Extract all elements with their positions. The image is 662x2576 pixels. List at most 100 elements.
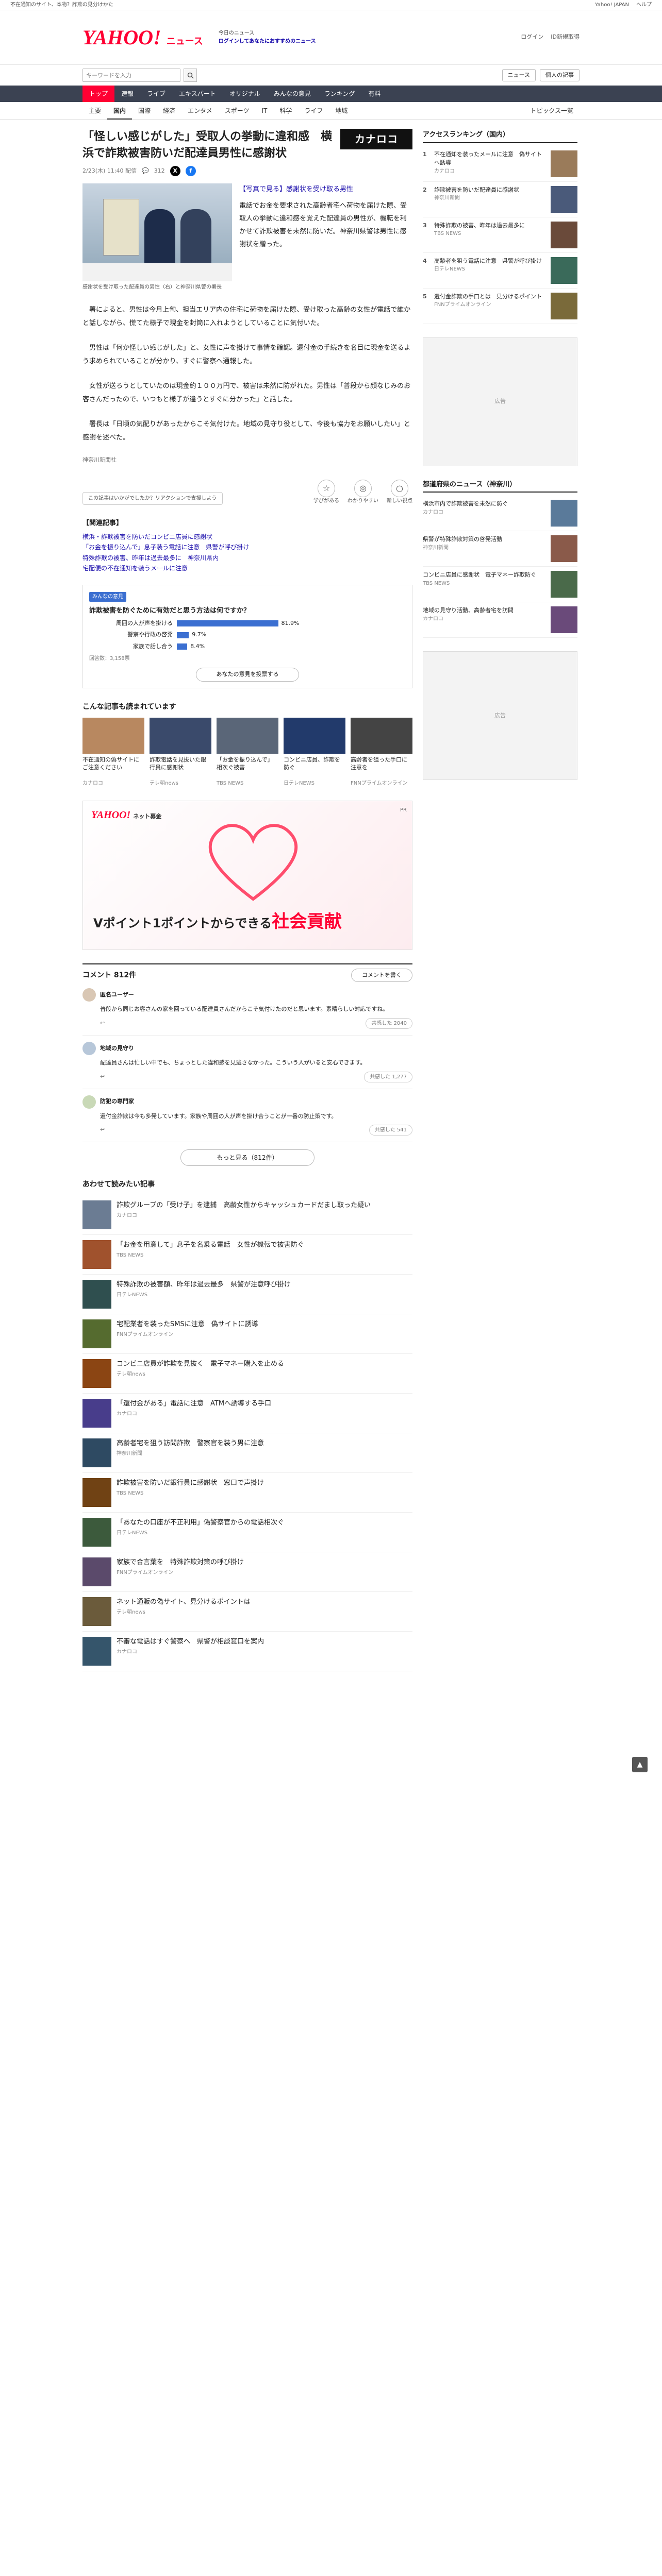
story-item[interactable]: 家族で合言葉を 特殊詐欺対策の呼び掛け FNNプライムオンライン [82,1552,412,1592]
ranking-item[interactable]: 3 特殊詐欺の被害、昨年は過去最多に TBS NEWS [423,217,577,253]
comment-author[interactable]: 防犯の専門家 [100,1097,134,1106]
search-news-button[interactable]: ニュース [502,69,536,82]
rec-card[interactable]: コンビニ店員、詐欺を防ぐ 日テレNEWS [284,717,345,787]
reaction-area: この記事はいかがでしたか？リアクションで支援しよう ☆ 学びがある ◎ わかりや… [82,480,412,505]
subnav-item-sports[interactable]: スポーツ [219,106,256,115]
story-item[interactable]: 「あなたの口座が不正利用」偽警察官からの電話相次ぐ 日テレNEWS [82,1513,412,1553]
ranking-item[interactable]: 1 不在通知を装ったメールに注意 偽サイトへ誘導 カナロコ [423,146,577,182]
story-item[interactable]: 宅配業者を装ったSMSに注意 偽サイトに誘導 FNNプライムオンライン [82,1314,412,1354]
poll-vote-button[interactable]: あなたの意見を投票する [196,668,299,682]
topbar-link-2[interactable]: ヘルプ [636,1,652,9]
write-comment-button[interactable]: コメントを書く [351,968,412,982]
avatar[interactable] [82,1095,96,1109]
avatar[interactable] [82,1041,96,1055]
related-link[interactable]: 「お金を振り込んで」息子装う電話に注意 県警が呼び掛け [82,542,412,552]
body-paragraph-4: 署長は「日頃の気配りがあったからこそ気付けた。地域の見守り役として、今後も協力を… [82,420,410,442]
local-news-item[interactable]: 県警が特殊詐欺対策の啓発活動 神奈川新聞 [423,531,577,567]
gnav-item-breaking[interactable]: 速報 [114,86,140,102]
meta-comment-count[interactable]: 312 [154,167,165,176]
local-source: TBS NEWS [423,580,450,586]
comment-author[interactable]: 地域の見守り [100,1044,134,1053]
rec-card[interactable]: 不在通知の偽サイトにご注意ください カナロコ [82,717,144,787]
ranking-item[interactable]: 4 高齢者を狙う電話に注意 県警が呼び掛け 日テレNEWS [423,253,577,289]
facebook-share-icon[interactable]: f [185,165,196,176]
story-item[interactable]: 詐欺グループの「受け子」を逮捕 高齢女性からキャッシュカードだまし取った疑い カナ… [82,1195,412,1235]
story-item[interactable]: 不審な電話はすぐ警察へ 県警が相談窓口を案内 カナロコ [82,1632,412,1672]
related-link[interactable]: 宅配便の不在通知を装うメールに注意 [82,563,412,573]
empathy-button[interactable]: 共感した 2040 [366,1018,412,1029]
subnav-item-it[interactable]: IT [255,106,273,115]
x-share-icon[interactable]: X [170,165,180,176]
story-thumbnail [82,1200,111,1230]
search-input[interactable] [82,69,180,82]
gnav-item-opinion[interactable]: みんなの意見 [267,86,318,102]
story-item[interactable]: ネット通販の偽サイト、見分けるポイントは テレ朝news [82,1592,412,1632]
story-source: TBS NEWS [117,1252,144,1258]
rec-card[interactable]: 詐欺電話を見抜いた銀行員に感謝状 テレ朝news [150,717,211,787]
story-item[interactable]: 特殊詐欺の被害額、昨年は過去最多 県警が注意呼び掛け 日テレNEWS [82,1275,412,1315]
subnav-item-entertainment[interactable]: エンタメ [181,106,219,115]
reaction-clear-button[interactable]: ◎ わかりやすい [347,480,378,505]
story-source: FNNプライムオンライン [117,1569,174,1575]
search-button[interactable] [184,69,197,82]
donation-banner-ad[interactable]: YAHOO! ネット募金 PR Vポイント1ポイントからできる社会貢献 [82,800,412,950]
gnav-item-expert[interactable]: エキスパート [172,86,223,102]
subnav-item-main[interactable]: 主要 [82,106,107,115]
ranking-item[interactable]: 2 詐欺被害を防いだ配達員に感謝状 神奈川新聞 [423,182,577,217]
search-expert-button[interactable]: 個人の記事 [540,69,580,82]
reaction-new-view-button[interactable]: ○ 新しい視点 [387,480,412,505]
reaction-learn-button[interactable]: ☆ 学びがある [313,480,339,505]
poll-option-label: 家族で話し合う [133,642,173,650]
related-link[interactable]: 特殊詐欺の被害、昨年は過去最多に 神奈川県内 [82,553,412,563]
local-news-item[interactable]: 地域の見守り活動、高齢者宅を訪問 カナロコ [423,602,577,638]
story-item[interactable]: 詐欺被害を防いだ銀行員に感謝状 窓口で声掛け TBS NEWS [82,1473,412,1513]
empathy-button[interactable]: 共感した 541 [369,1125,412,1136]
gnav-item-live[interactable]: ライブ [140,86,172,102]
rec-card[interactable]: 高齢者を狙った手口に注意を FNNプライムオンライン [351,717,412,787]
reply-icon[interactable]: ↩ [100,1073,105,1081]
local-news-item[interactable]: 横浜市内で詐欺被害を未然に防ぐ カナロコ [423,496,577,531]
subnav-item-life[interactable]: ライフ [298,106,329,115]
rank-title: 還付金詐欺の手口とは 見分けるポイント [434,293,542,300]
rec-card[interactable]: 「お金を振り込んで」相次ぐ被害 TBS NEWS [217,717,278,787]
lead-photo-link[interactable]: 【写真で見る】感謝状を受け取る男性 [239,183,412,196]
gnav-item-original[interactable]: オリジナル [223,86,267,102]
avatar[interactable] [82,988,96,1002]
more-comments-button[interactable]: もっと見る（812件） [180,1149,315,1166]
story-item[interactable]: コンビニ店員が詐欺を見抜く 電子マネー購入を止める テレ朝news [82,1354,412,1394]
reply-icon[interactable]: ↩ [100,1126,105,1134]
subnav-item-world[interactable]: 国際 [132,106,157,115]
signup-link[interactable]: ID新規取得 [551,33,580,42]
subnav-item-domestic[interactable]: 国内 [107,106,133,120]
story-item[interactable]: 「還付金がある」電話に注意 ATMへ誘導する手口 カナロコ [82,1394,412,1434]
topics-list-link[interactable]: トピックス一覧 [524,106,580,115]
story-item[interactable]: 「お金を用意して」息子を名乗る電話 女性が機転で被害防ぐ TBS NEWS [82,1235,412,1275]
local-thumbnail [551,500,577,527]
ranking-item[interactable]: 5 還付金詐欺の手口とは 見分けるポイント FNNプライムオンライン [423,289,577,324]
reply-icon[interactable]: ↩ [100,1019,105,1028]
related-link[interactable]: 横浜・詐欺被害を防いだコンビニ店員に感謝状 [82,532,412,542]
yahoo-news-logo[interactable]: YAHOO! ニュース [82,22,203,53]
rank-number: 2 [423,186,427,193]
stories-heading: あわせて読みたい記事 [82,1180,155,1189]
sidebar-ad[interactable]: 広告 [423,337,577,466]
topbar-link-0[interactable]: 不在通知のサイト、本物？詐欺の見分けかた [10,1,113,9]
local-news-item[interactable]: コンビニ店員に感謝状 電子マネー詐欺防ぐ TBS NEWS [423,567,577,602]
article-photo[interactable] [82,183,232,281]
publisher-logo[interactable]: カナロコ [340,129,412,149]
comment-author[interactable]: 匿名ユーザー [100,991,134,999]
back-to-top-button[interactable]: ▲ [632,1757,648,1772]
subnav-item-economy[interactable]: 経済 [157,106,181,115]
story-source: カナロコ [117,1649,137,1655]
gnav-item-top[interactable]: トップ [82,86,115,102]
gnav-item-paid[interactable]: 有料 [361,86,387,102]
subnav-item-science[interactable]: 科学 [273,106,298,115]
promo-line-2[interactable]: ログインしてあなたにおすすめのニュース [219,39,316,44]
empathy-button[interactable]: 共感した 1,277 [364,1071,412,1082]
subnav-item-local[interactable]: 地域 [329,106,354,115]
login-link[interactable]: ログイン [521,33,543,42]
sidebar-ad-2[interactable]: 広告 [423,651,577,780]
gnav-item-ranking[interactable]: ランキング [318,86,362,102]
story-item[interactable]: 高齢者宅を狙う訪問詐欺 警察官を装う男に注意 神奈川新聞 [82,1433,412,1473]
topbar-link-1[interactable]: Yahoo! JAPAN [595,1,629,9]
